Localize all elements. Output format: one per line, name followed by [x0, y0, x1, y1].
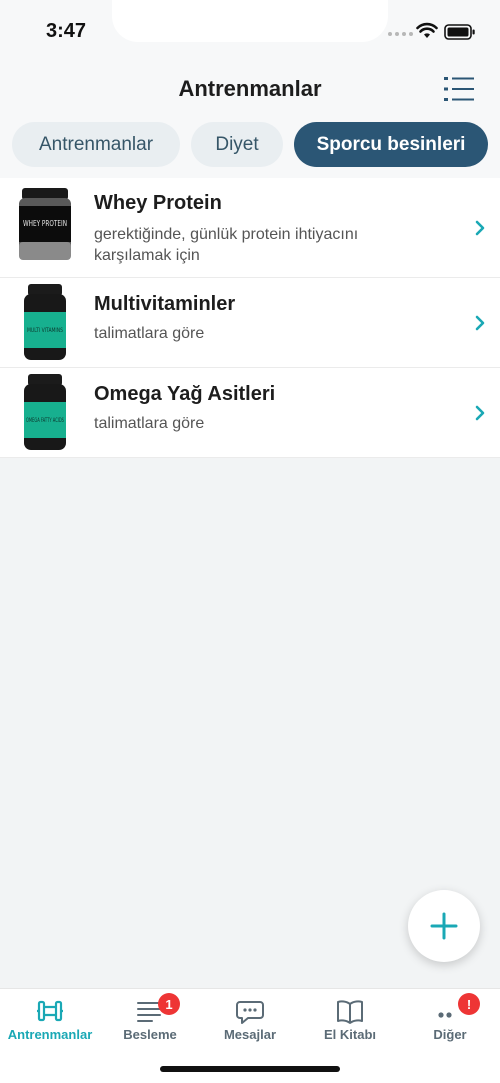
item-description: gerektiğinde, günlük protein ihtiyacını … [94, 226, 359, 264]
home-indicator [160, 1066, 340, 1072]
item-description: talimatlara göre [94, 325, 205, 342]
alert-badge: ! [458, 993, 480, 1015]
tabbar-label: Besleme [123, 1027, 177, 1042]
tab-sporcu-besinleri[interactable]: Sporcu besinleri [294, 122, 488, 167]
chevron-right-icon [475, 315, 485, 331]
segment-tabs: Antrenmanlar Diyet Sporcu besinleri [0, 116, 500, 178]
tab-antrenmanlar[interactable]: Antrenmanlar [12, 122, 180, 167]
dumbbell-icon [37, 1000, 63, 1022]
item-title: Omega Yağ Asitleri [94, 383, 276, 405]
wifi-icon [416, 22, 438, 38]
tabbar-label: El Kitabı [323, 1027, 376, 1042]
omega-image-label: OMEGA FATTY ACIDS [26, 417, 64, 424]
chat-bubble-icon [236, 1001, 264, 1024]
add-button[interactable] [408, 890, 480, 962]
tabbar-label: Antrenmanlar [7, 1027, 93, 1042]
tabbar-item-el-kitabi[interactable]: El Kitabı [300, 993, 400, 1043]
plus-icon [430, 912, 458, 940]
whey-image-label: WHEY PROTEIN [23, 219, 67, 228]
signal-icon [388, 32, 413, 36]
omega-fatty-acids-image: OMEGA FATTY ACIDS [24, 374, 66, 450]
list-item[interactable]: OMEGA FATTY ACIDS Omega Yağ Asitleri tal… [0, 368, 500, 458]
notification-badge: 1 [158, 993, 180, 1015]
tabbar-label: Diğer [433, 1027, 467, 1042]
notch [112, 0, 388, 42]
tabbar-item-mesajlar[interactable]: Mesajlar [200, 993, 300, 1043]
tabbar-item-antrenmanlar[interactable]: Antrenmanlar [0, 993, 100, 1043]
chevron-right-icon [475, 405, 485, 421]
menu-list-icon[interactable] [444, 76, 474, 102]
tabbar-item-diger[interactable]: ! Diğer [400, 993, 500, 1043]
multivitamin-image: MULTI VITAMINS [24, 284, 66, 360]
book-icon [337, 1000, 363, 1024]
battery-icon [444, 24, 475, 40]
chevron-right-icon [475, 220, 485, 236]
app-screen: 3:47 Antrenmanlar Antrenmanlar Diyet Spo… [0, 0, 500, 1083]
status-bar: 3:47 [0, 0, 500, 62]
tabbar-label: Mesajlar [223, 1027, 277, 1042]
item-title: Whey Protein [94, 192, 222, 214]
multivitamin-image-label: MULTI VITAMINS [27, 327, 63, 334]
tab-diyet[interactable]: Diyet [191, 122, 283, 167]
item-description: talimatlara göre [94, 415, 205, 432]
app-header: Antrenmanlar [0, 62, 500, 116]
status-time: 3:47 [46, 20, 87, 42]
whey-protein-image: WHEY PROTEIN [19, 188, 71, 260]
tabbar-item-besleme[interactable]: 1 Besleme [100, 993, 200, 1043]
item-title: Multivitaminler [94, 293, 236, 315]
supplement-list: WHEY PROTEIN Whey Protein gerektiğinde, … [0, 178, 500, 458]
list-item[interactable]: WHEY PROTEIN Whey Protein gerektiğinde, … [0, 178, 500, 278]
list-item[interactable]: MULTI VITAMINS Multivitaminler talimatla… [0, 278, 500, 368]
page-title: Antrenmanlar [178, 76, 322, 101]
